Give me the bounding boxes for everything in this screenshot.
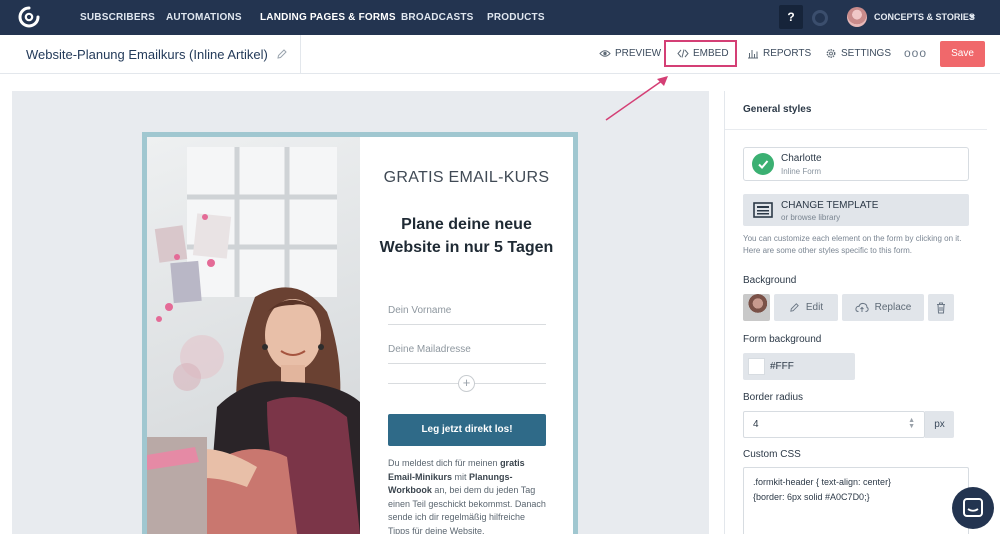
styles-panel: General styles Charlotte Inline Form CHA… [724, 91, 987, 534]
border-radius-input[interactable]: 4 ▲ ▼ [743, 411, 925, 438]
chevron-down-icon[interactable] [969, 15, 975, 19]
nav-broadcasts[interactable]: BROADCASTS [401, 12, 474, 23]
settings-button[interactable]: SETTINGS [825, 48, 891, 59]
template-icon [753, 202, 773, 218]
panel-header: General styles [725, 91, 987, 130]
help-button[interactable]: ? [779, 5, 803, 29]
chat-bubble-icon [963, 498, 983, 517]
eye-icon [599, 50, 611, 57]
background-label: Background [743, 275, 797, 286]
form-background-label: Form background [743, 334, 822, 345]
trash-icon [937, 302, 945, 313]
first-name-field[interactable]: Dein Vorname [388, 301, 546, 325]
reports-label: REPORTS [763, 48, 812, 59]
email-field[interactable]: Deine Mailadresse [388, 340, 546, 364]
nav-automations[interactable]: AUTOMATIONS [166, 12, 242, 23]
form-title[interactable]: Website-Planung Emailkurs (Inline Artike… [26, 47, 268, 62]
nav-products[interactable]: PRODUCTS [487, 12, 545, 23]
top-navigation-bar: SUBSCRIBERS AUTOMATIONS LANDING PAGES & … [0, 0, 1000, 35]
form-background-color-picker[interactable]: #FFF [743, 353, 855, 380]
css-line-1: .formkit-header { text-align: center} [753, 477, 892, 487]
css-line-2: {border: 6px solid #A0C7D0;} [753, 492, 870, 502]
customize-hint: You can customize each element on the fo… [743, 234, 962, 255]
background-thumbnail [743, 294, 770, 321]
embed-label: EMBED [693, 48, 729, 59]
number-stepper-icon[interactable]: ▲ ▼ [908, 417, 915, 430]
embed-button[interactable]: EMBED [677, 48, 729, 59]
replace-background-button[interactable]: Replace [842, 294, 924, 321]
form-kicker[interactable]: GRATIS EMAIL-KURS [360, 169, 573, 187]
editor-toolbar: Website-Planung Emailkurs (Inline Artike… [0, 35, 1000, 74]
pencil-icon[interactable] [276, 48, 288, 60]
form-disclaimer[interactable]: Du meldest dich für meinen gratis Email-… [388, 457, 548, 534]
form-preview-card[interactable]: GRATIS EMAIL-KURS Plane deine neue Websi… [142, 132, 578, 534]
bar-chart-icon [748, 50, 758, 59]
border-radius-value: 4 [753, 419, 759, 430]
edit-background-button[interactable]: Edit [774, 294, 838, 321]
delete-background-button[interactable] [928, 294, 954, 321]
template-type: Inline Form [781, 167, 822, 176]
form-background-image[interactable] [147, 137, 360, 534]
current-template-card[interactable]: Charlotte Inline Form [743, 147, 969, 181]
cloud-upload-icon [855, 302, 869, 312]
custom-css-textarea[interactable]: .formkit-header { text-align: center} {b… [743, 467, 969, 534]
account-menu[interactable]: CONCEPTS & STORIES [874, 12, 975, 22]
edit-label: Edit [805, 302, 824, 313]
template-name: Charlotte [781, 153, 822, 164]
panel-title: General styles [743, 104, 812, 115]
disclaimer-part-2: mit [452, 471, 470, 482]
toolbar-divider [300, 35, 301, 74]
account-avatar[interactable] [847, 7, 867, 27]
form-content: GRATIS EMAIL-KURS Plane deine neue Websi… [360, 137, 573, 534]
form-background-value[interactable]: #FFF [770, 361, 794, 372]
replace-label: Replace [874, 302, 912, 313]
change-template-button[interactable]: CHANGE TEMPLATE or browse library [743, 194, 969, 226]
preview-button[interactable]: PREVIEW [599, 48, 661, 59]
woman-at-desk-photo-icon [147, 147, 360, 534]
unit-label: px [925, 411, 954, 438]
nav-landing-pages-forms[interactable]: LANDING PAGES & FORMS [260, 12, 396, 23]
save-button[interactable]: Save [940, 41, 985, 67]
notifications-ring-icon[interactable] [812, 10, 828, 26]
reports-button[interactable]: REPORTS [747, 48, 811, 59]
settings-label: SETTINGS [841, 48, 892, 59]
browse-library-link[interactable]: or browse library [781, 213, 840, 222]
preview-label: PREVIEW [615, 48, 662, 59]
pencil-icon [790, 303, 799, 312]
checkmark-icon [758, 160, 769, 169]
color-swatch[interactable] [748, 358, 765, 375]
convertkit-logo-icon[interactable] [17, 5, 41, 29]
gear-icon [826, 49, 836, 58]
add-field-plus-icon[interactable]: + [458, 375, 475, 392]
more-options-button[interactable]: ooo [904, 46, 927, 60]
subscribe-button[interactable]: Leg jetzt direkt los! [388, 414, 546, 446]
border-radius-label: Border radius [743, 392, 804, 403]
disclaimer-part-1: Du meldest dich für meinen [388, 458, 501, 468]
custom-css-label: Custom CSS [743, 449, 801, 460]
nav-subscribers[interactable]: SUBSCRIBERS [80, 12, 155, 23]
form-headline[interactable]: Plane deine neue Website in nur 5 Tagen [378, 213, 555, 259]
change-template-title: CHANGE TEMPLATE [781, 200, 879, 211]
code-icon [677, 49, 689, 58]
annotation-arrow-icon [605, 76, 668, 121]
